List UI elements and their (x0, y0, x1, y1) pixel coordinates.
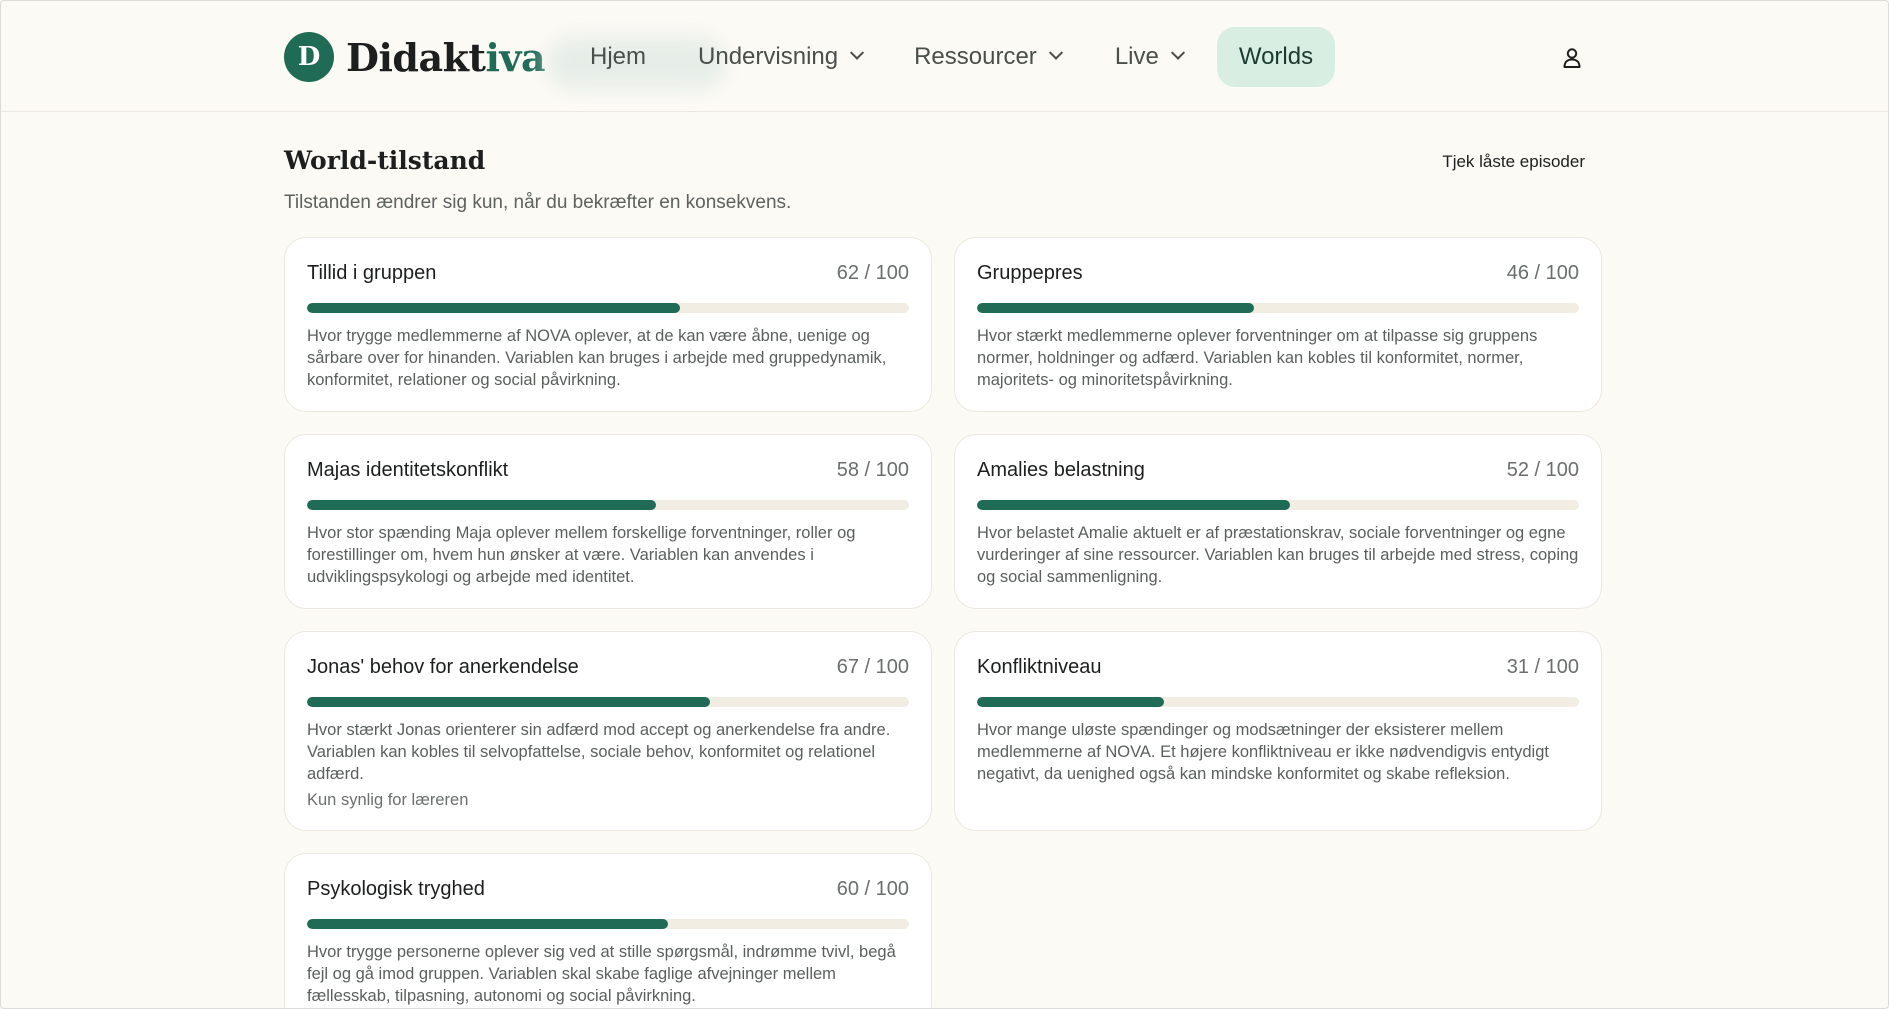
state-card: Psykologisk tryghed 60 / 100 Hvor trygge… (284, 853, 932, 1008)
card-header: Tillid i gruppen 62 / 100 (307, 262, 909, 285)
progress-bar-fill (977, 697, 1164, 707)
card-header: Gruppepres 46 / 100 (977, 262, 1579, 285)
logo-wordmark: Didaktiva (346, 34, 546, 80)
progress-bar-fill (307, 697, 711, 707)
state-card: Amalies belastning 52 / 100 Hvor belaste… (954, 434, 1602, 609)
nav-ressourcer[interactable]: Ressourcer (892, 27, 1083, 87)
card-title: Tillid i gruppen (307, 262, 437, 284)
page-title: World-tilstand (284, 146, 486, 175)
nav-worlds[interactable]: Worlds (1216, 27, 1336, 87)
progress-bar-fill (307, 919, 669, 929)
app-window: D Didaktiva Hjem Undervisning Ressourcer… (0, 0, 1889, 1009)
card-score: 31 / 100 (1506, 656, 1579, 678)
nav-live[interactable]: Live (1093, 27, 1205, 87)
progress-bar-fill (307, 500, 657, 510)
card-title: Amalies belastning (977, 459, 1145, 481)
nav-worlds-label: Worlds (1238, 43, 1314, 70)
world-state-grid: Tillid i gruppen 62 / 100 Hvor trygge me… (284, 237, 1602, 1008)
chevron-down-icon (1170, 45, 1185, 60)
logo-text-main: Didakt (346, 34, 486, 80)
progress-bar-fill (977, 303, 1254, 313)
teacher-only-note: Kun synlig for læreren (307, 791, 469, 809)
state-card: Majas identitetskonflikt 58 / 100 Hvor s… (284, 434, 932, 609)
progress-bar-fill (977, 500, 1291, 510)
progress-bar (307, 697, 909, 707)
card-score: 62 / 100 (836, 262, 909, 284)
nav-live-label: Live (1114, 43, 1159, 70)
card-description: Hvor stærkt Jonas orienterer sin adfærd … (307, 721, 891, 783)
card-header: Jonas' behov for anerkendelse 67 / 100 (307, 656, 909, 679)
card-score: 67 / 100 (836, 656, 909, 678)
progress-bar (977, 697, 1579, 707)
page-subtitle: Tilstanden ændrer sig kun, når du bekræf… (284, 192, 792, 213)
nav-undervisning-label: Undervisning (698, 43, 839, 70)
user-icon (1563, 48, 1581, 68)
card-title: Jonas' behov for anerkendelse (307, 656, 579, 678)
nav-hjem-label: Hjem (590, 43, 647, 70)
card-title: Majas identitetskonflikt (307, 459, 509, 481)
card-title: Psykologisk tryghed (307, 878, 485, 900)
state-card: Jonas' behov for anerkendelse 67 / 100 H… (284, 631, 932, 831)
progress-bar (977, 303, 1579, 313)
chevron-down-icon (1048, 45, 1063, 60)
state-card: Tillid i gruppen 62 / 100 Hvor trygge me… (284, 237, 932, 412)
logo-mark: D (284, 32, 334, 82)
progress-bar (307, 919, 909, 929)
card-description: Hvor mange uløste spændinger og modsætni… (977, 721, 1549, 783)
progress-bar (977, 500, 1579, 510)
main-nav: Hjem Undervisning Ressourcer Live Worlds (568, 27, 1336, 87)
state-card: Gruppepres 46 / 100 Hvor stærkt medlemme… (954, 237, 1602, 412)
card-description: Hvor trygge medlemmerne af NOVA oplever,… (307, 327, 887, 389)
logo[interactable]: D Didaktiva (284, 32, 546, 82)
card-title: Gruppepres (977, 262, 1083, 284)
card-header: Amalies belastning 52 / 100 (977, 459, 1579, 482)
card-description: Hvor stor spænding Maja oplever mellem f… (307, 524, 856, 586)
card-description: Hvor trygge personerne oplever sig ved a… (307, 943, 896, 1005)
progress-bar-fill (307, 303, 681, 313)
top-navigation-bar: D Didaktiva Hjem Undervisning Ressourcer… (1, 1, 1888, 112)
nav-ressourcer-label: Ressourcer (914, 43, 1037, 70)
progress-bar (307, 500, 909, 510)
card-header: Konfliktniveau 31 / 100 (977, 656, 1579, 679)
state-card: Konfliktniveau 31 / 100 Hvor mange uløst… (954, 631, 1602, 831)
card-score: 58 / 100 (836, 459, 909, 481)
nav-undervisning[interactable]: Undervisning (676, 27, 884, 87)
card-header: Majas identitetskonflikt 58 / 100 (307, 459, 909, 482)
nav-hjem[interactable]: Hjem (568, 27, 668, 87)
progress-bar (307, 303, 909, 313)
logo-text-accent: iva (485, 34, 546, 80)
locked-episodes-link[interactable]: Tjek låste episoder (1442, 152, 1585, 172)
card-score: 46 / 100 (1506, 262, 1579, 284)
card-header: Psykologisk tryghed 60 / 100 (307, 878, 909, 901)
card-score: 52 / 100 (1506, 459, 1579, 481)
card-description: Hvor stærkt medlemmerne oplever forventn… (977, 327, 1538, 389)
user-menu-button[interactable] (1557, 43, 1587, 73)
card-description: Hvor belastet Amalie aktuelt er af præst… (977, 524, 1579, 586)
card-title: Konfliktniveau (977, 656, 1102, 678)
chevron-down-icon (850, 45, 865, 60)
card-score: 60 / 100 (836, 878, 909, 900)
